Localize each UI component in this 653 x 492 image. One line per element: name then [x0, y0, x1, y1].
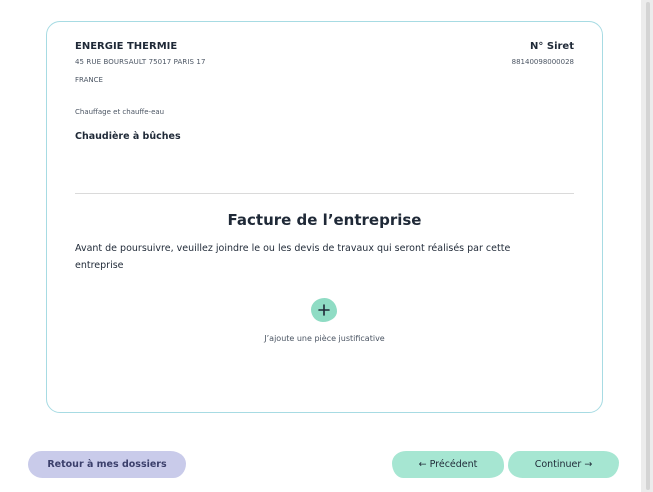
scrollbar-thumb[interactable] — [646, 2, 650, 490]
section-description: Avant de poursuivre, veuillez joindre le… — [75, 243, 511, 271]
equipment-name: Chaudière à bûches — [75, 131, 181, 142]
continue-button[interactable]: Continuer → — [508, 451, 619, 478]
company-card: ENERGIE THERMIE N° Siret 45 RUE BOURSAUL… — [46, 21, 603, 413]
section-divider — [75, 193, 574, 194]
section-title: Facture de l’entreprise — [227, 211, 422, 229]
previous-button[interactable]: ← Précédent — [392, 451, 504, 478]
plus-icon — [318, 304, 330, 316]
page-scrollbar[interactable] — [641, 0, 653, 492]
siret-number: 88140098000028 — [511, 58, 574, 66]
add-document-button[interactable] — [311, 298, 337, 322]
add-document-label[interactable]: J’ajoute une pièce justificative — [47, 334, 602, 343]
siret-label: N° Siret — [530, 41, 574, 52]
company-country: FRANCE — [75, 76, 103, 84]
back-to-dossiers-button[interactable]: Retour à mes dossiers — [28, 451, 186, 478]
company-address: 45 RUE BOURSAULT 75017 PARIS 17 — [75, 58, 206, 66]
work-category: Chauffage et chauffe-eau — [75, 108, 165, 116]
company-name: ENERGIE THERMIE — [75, 41, 178, 52]
